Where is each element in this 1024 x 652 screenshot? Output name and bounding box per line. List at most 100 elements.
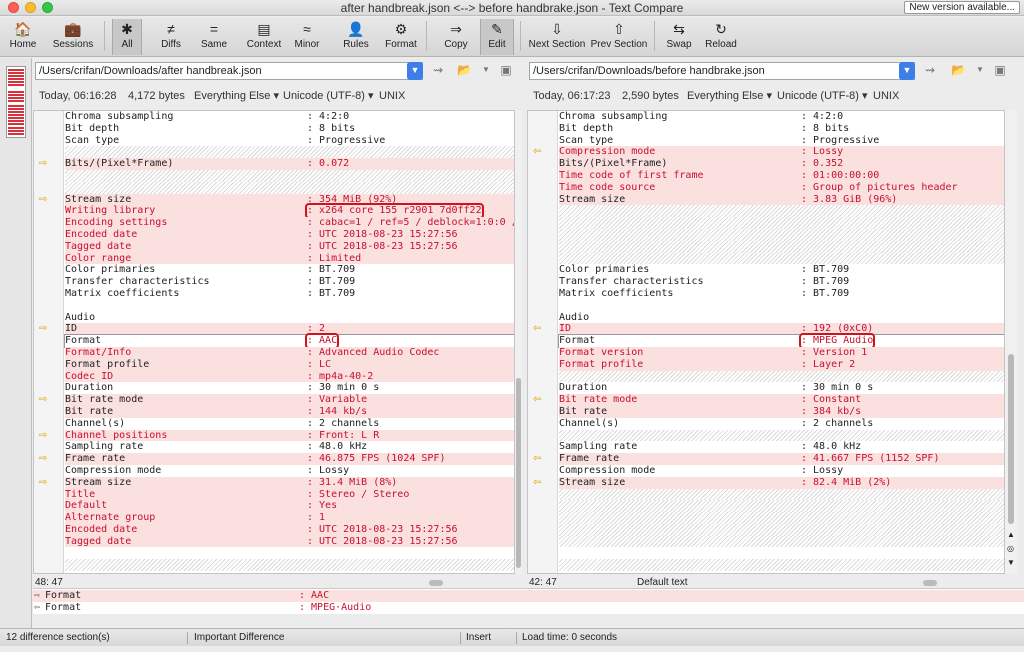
text-line[interactable]: Format profile: Layer 2 xyxy=(559,358,1004,371)
diff-arrow-icon[interactable]: ⇨ xyxy=(39,324,51,334)
text-line[interactable] xyxy=(559,500,1004,513)
diff-arrow-icon[interactable]: ⇨ xyxy=(39,395,51,405)
text-line[interactable]: Stream size: 3.83 GiB (96%) xyxy=(559,193,1004,206)
right-lines[interactable]: Chroma subsampling: 4:2:0 Bit depth: 8 bi… xyxy=(558,111,1004,572)
text-line[interactable]: Stream size: 82.4 MiB (2%) xyxy=(559,476,1004,489)
text-line[interactable]: Bit rate mode: Constant xyxy=(559,394,1004,406)
text-line[interactable] xyxy=(65,146,514,159)
left-hscroll-thumb[interactable] xyxy=(429,580,443,586)
left-encoding-select[interactable]: Unicode (UTF-8) ▾ xyxy=(283,86,373,106)
diff-arrow-icon[interactable]: ⇨ xyxy=(39,159,51,169)
text-line[interactable] xyxy=(559,370,1004,383)
toolbar-edit-button[interactable]: ✎ Edit xyxy=(480,19,514,55)
text-line[interactable]: Format: MPEG Audio xyxy=(558,333,1004,349)
right-save-icon[interactable]: ▣ xyxy=(993,63,1007,77)
text-line[interactable]: Bit rate mode: Variable xyxy=(65,394,514,406)
text-line[interactable] xyxy=(559,547,1004,559)
text-line[interactable]: Chroma subsampling: 4:2:0 xyxy=(559,111,1004,123)
text-line[interactable] xyxy=(559,228,1004,241)
toolbar-minor-button[interactable]: ≈ Minor xyxy=(290,19,324,55)
text-line[interactable]: ID: 2 xyxy=(65,323,514,336)
right-path-field[interactable]: /Users/crifan/Downloads/before handbrake… xyxy=(529,62,915,80)
diff-arrow-icon[interactable]: ⇦ xyxy=(533,147,545,157)
text-line[interactable] xyxy=(559,429,1004,442)
text-line[interactable]: Matrix coefficients: BT.709 xyxy=(65,288,514,300)
text-line[interactable]: Audio xyxy=(559,312,1004,324)
text-line[interactable]: Scan type: Progressive xyxy=(559,135,1004,147)
text-line[interactable]: Time code of first frame: 01:00:00:00 xyxy=(559,169,1004,182)
text-line[interactable]: Frame rate: 41.667 FPS (1152 SPF) xyxy=(559,453,1004,465)
diff-arrow-icon[interactable]: ⇨ xyxy=(39,454,51,464)
text-line[interactable]: Time code source: Group of pictures head… xyxy=(559,181,1004,194)
text-line[interactable]: Tagged date: UTC 2018-08-23 15:27:56 xyxy=(65,535,514,548)
text-line[interactable]: Channel positions: Front: L R xyxy=(65,429,514,442)
text-line[interactable] xyxy=(559,512,1004,524)
diff-arrow-icon[interactable]: ⇦ xyxy=(533,454,545,464)
toolbar-all-button[interactable]: ✱ All xyxy=(112,19,142,55)
right-eol[interactable]: UNIX xyxy=(873,86,899,106)
text-line[interactable] xyxy=(559,205,1004,218)
diff-arrow-icon[interactable]: ⇨ xyxy=(39,477,51,488)
right-open-folder-icon[interactable]: 📂 xyxy=(951,63,966,77)
text-line[interactable]: Duration: 30 min 0 s xyxy=(559,382,1004,394)
toolbar-context-button[interactable]: ▤ Context xyxy=(244,19,284,55)
right-path-dropdown-icon[interactable]: ▼ xyxy=(899,62,915,80)
text-line[interactable]: Title: Stereo / Stereo xyxy=(65,488,514,501)
toolbar-diffs-button[interactable]: ≠ Diffs xyxy=(152,19,190,55)
text-line[interactable]: Bit rate: 144 kb/s xyxy=(65,405,514,418)
text-line[interactable]: Duration: 30 min 0 s xyxy=(65,382,514,394)
left-text-view[interactable]: ⇨ ⇨ ⇨ ⇨ ⇨ ⇨ ⇨ Chroma subsampling: 4:2:0 Bit dep… xyxy=(33,110,515,574)
toolbar-copy-button[interactable]: ⇒ Copy xyxy=(440,19,472,55)
right-text-view[interactable]: ⇦ ⇦ ⇦ ⇦ ⇦ Chroma subsampling: 4:2:0 Bit depth… xyxy=(527,110,1005,574)
left-scrollbar[interactable] xyxy=(515,110,522,574)
text-line[interactable]: Writing library: x264 core 155 r2901 7d0… xyxy=(65,203,514,220)
right-scroll-center-icon[interactable]: ◎ xyxy=(1007,544,1014,553)
toolbar-format-button[interactable]: ⚙ Format xyxy=(378,19,424,55)
text-line[interactable]: Encoding settings: cabac=1 / ref=5 / deb… xyxy=(65,217,514,229)
text-line[interactable]: Encoded date: UTC 2018-08-23 15:27:56 xyxy=(65,228,514,241)
right-encoding-select[interactable]: Unicode (UTF-8) ▾ xyxy=(777,86,867,106)
text-line[interactable]: Color range: Limited xyxy=(65,252,514,265)
toolbar-home-button[interactable]: 🏠 Home xyxy=(8,19,38,55)
text-line[interactable]: Chroma subsampling: 4:2:0 xyxy=(65,111,514,123)
text-line[interactable]: Matrix coefficients: BT.709 xyxy=(559,288,1004,300)
text-line[interactable]: Default: Yes xyxy=(65,500,514,513)
difference-overview[interactable] xyxy=(0,58,32,628)
new-version-button[interactable]: New version available... xyxy=(904,1,1020,14)
text-line[interactable]: Tagged date: UTC 2018-08-23 15:27:56 xyxy=(65,240,514,253)
text-line[interactable]: Transfer characteristics: BT.709 xyxy=(559,276,1004,288)
text-line[interactable]: Codec ID: mp4a-40-2 xyxy=(65,370,514,383)
right-scrollbar[interactable]: ▲ ◎ ▼ xyxy=(1005,110,1017,574)
text-line[interactable]: Sampling rate: 48.0 kHz xyxy=(559,441,1004,453)
text-line[interactable]: Alternate group: 1 xyxy=(65,512,514,524)
left-scroll-thumb[interactable] xyxy=(516,378,521,568)
text-line[interactable] xyxy=(559,535,1004,548)
text-line[interactable]: Color primaries: BT.709 xyxy=(65,264,514,276)
toolbar-sessions-button[interactable]: 💼 Sessions xyxy=(50,19,96,55)
text-line[interactable]: Format profile: LC xyxy=(65,358,514,371)
text-line[interactable]: Channel(s): 2 channels xyxy=(65,418,514,430)
text-line[interactable]: Compression mode: Lossy xyxy=(559,465,1004,477)
left-save-icon[interactable]: ▣ xyxy=(499,63,513,77)
text-line[interactable]: Compression mode: Lossy xyxy=(559,146,1004,159)
diff-arrow-icon[interactable]: ⇦ xyxy=(533,477,545,488)
overview-map[interactable] xyxy=(6,66,26,138)
toolbar-next-section-button[interactable]: ⇩ Next Section xyxy=(528,19,586,55)
text-line[interactable] xyxy=(65,169,514,182)
text-line[interactable]: Frame rate: 46.875 FPS (1024 SPF) xyxy=(65,453,514,465)
text-line[interactable]: Encoded date: UTC 2018-08-23 15:27:56 xyxy=(65,523,514,536)
text-line[interactable]: Sampling rate: 48.0 kHz xyxy=(65,441,514,453)
text-line[interactable] xyxy=(559,252,1004,265)
text-line[interactable]: Bit depth: 8 bits xyxy=(65,123,514,135)
text-line[interactable]: Stream size: 354 MiB (92%) xyxy=(65,193,514,206)
text-line[interactable]: Format: AAC xyxy=(64,333,514,349)
text-line[interactable] xyxy=(559,217,1004,229)
text-line[interactable] xyxy=(559,523,1004,536)
left-filter-select[interactable]: Everything Else ▾ xyxy=(194,86,279,106)
text-line[interactable]: Bits/(Pixel*Frame): 0.072 xyxy=(65,158,514,170)
left-eol[interactable]: UNIX xyxy=(379,86,405,106)
text-line[interactable] xyxy=(559,559,1004,572)
text-line[interactable] xyxy=(65,559,514,572)
text-line[interactable]: Compression mode: Lossy xyxy=(65,465,514,477)
diff-arrow-icon[interactable]: ⇦ xyxy=(533,395,545,405)
